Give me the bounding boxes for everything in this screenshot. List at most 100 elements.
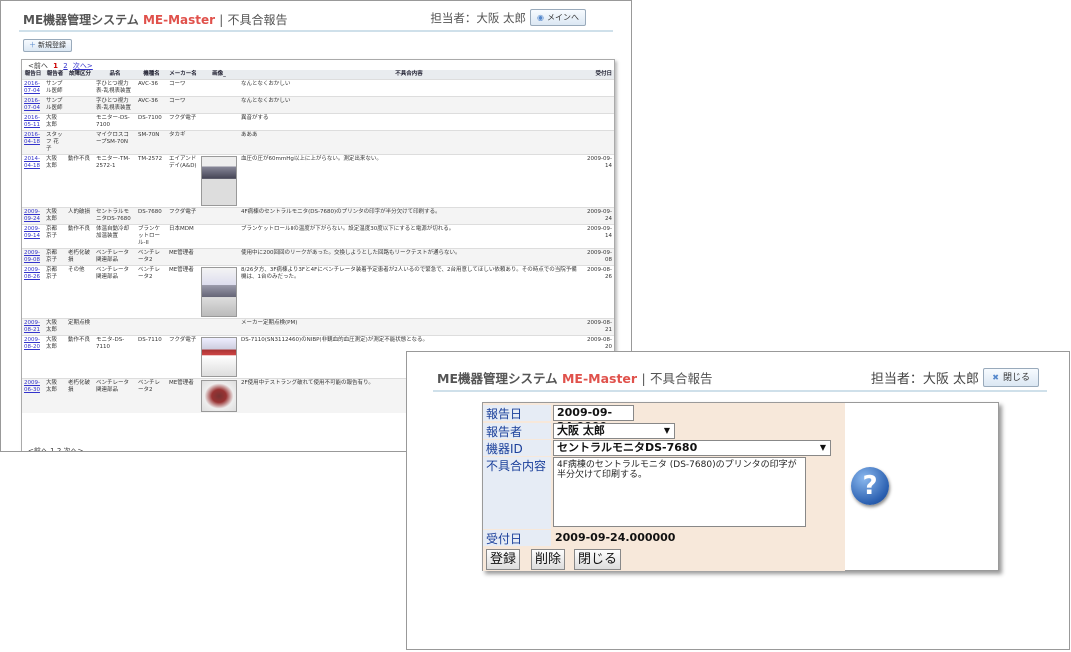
cell-maker: 日本MDM: [167, 224, 199, 249]
reporter-label: 報告者: [483, 423, 551, 439]
col-header[interactable]: 不具合内容: [239, 70, 579, 80]
table-row[interactable]: 2009-08-26 京都 京子 その他 ベンチレータ関連部品 ベンチレータ2 ME管理者…: [22, 265, 614, 319]
delete-button[interactable]: 削除: [531, 549, 566, 570]
cell-reporter: 大阪 太郎: [44, 335, 66, 379]
col-header[interactable]: 画像_: [199, 70, 239, 80]
device-photo[interactable]: [201, 380, 237, 412]
table-row[interactable]: 2009-09-08 京都 京子 老朽化破損 ベンチレータ関連部品 ベンチレータ2 ME管…: [22, 248, 614, 266]
cell-reporter: 京都 京子: [44, 224, 66, 249]
cell-recv: 2009-09-08: [579, 248, 614, 266]
cell-kind: 定期点検: [66, 318, 94, 336]
table-row[interactable]: 2016-04-18 スタッフ 花子 マイクロスコープSM-70N SM-70N タカギ…: [22, 130, 614, 155]
main-icon: ◉: [537, 13, 544, 22]
device-photo[interactable]: [201, 156, 237, 206]
page-1[interactable]: 1: [50, 447, 54, 451]
image-cell: [199, 113, 239, 131]
col-header[interactable]: 受付日: [579, 70, 614, 80]
cell-name: 字ひとつ視力表-乱視表装置: [94, 79, 136, 97]
cell-desc: なんとなくおかしい: [239, 79, 579, 97]
cell-date[interactable]: 2009-09-08: [22, 248, 44, 266]
cell-maker: フクダ電子: [167, 207, 199, 225]
content-textarea[interactable]: 4F病棟のセントラルモニタ (DS-7680)のプリンタの印字が半分欠けて印刷す…: [553, 457, 806, 527]
page-2[interactable]: 2: [63, 62, 67, 70]
cell-maker: ME管理者: [167, 378, 199, 413]
col-header[interactable]: メーカー名: [167, 70, 199, 80]
cell-name: モニタ-DS-7110: [94, 335, 136, 379]
cell-model: [136, 318, 167, 336]
cell-date[interactable]: 2016-05-11: [22, 113, 44, 131]
cell-name: セントラルモニタDS-7680: [94, 207, 136, 225]
cell-reporter: 大阪 太郎: [44, 113, 66, 131]
cell-date[interactable]: 2016-07-04: [22, 79, 44, 97]
col-header[interactable]: 品名: [94, 70, 136, 80]
cell-desc: 使用中に200回回のリークがあった。交換しようとした回路もリークテストが通らない…: [239, 248, 579, 266]
received-date-label: 受付日: [483, 530, 551, 546]
cell-date[interactable]: 2016-04-18: [22, 130, 44, 155]
next-link[interactable]: 次へ>: [73, 62, 93, 70]
user-label: 担当者：大阪 太郎: [870, 372, 979, 387]
table-row[interactable]: 2016-07-04 サンプル医師 字ひとつ視力表-乱視表装置 AVC-36 コーワ なん…: [22, 96, 614, 114]
cell-date[interactable]: 2009-08-26: [22, 265, 44, 319]
cell-date[interactable]: 2009-08-20: [22, 335, 44, 379]
col-header[interactable]: 故障区分: [66, 70, 94, 80]
help-icon[interactable]: ?: [851, 467, 889, 505]
page-1[interactable]: 1: [53, 62, 58, 70]
cell-model: AVC-36: [136, 79, 167, 97]
cell-date[interactable]: 2009-09-14: [22, 224, 44, 249]
device-photo[interactable]: [201, 337, 237, 377]
device-id-select[interactable]: セントラルモニタDS-7680 ▼: [553, 440, 831, 456]
close-button[interactable]: 閉じる: [574, 549, 622, 570]
cell-date[interactable]: 2014-04-18: [22, 154, 44, 208]
cell-recv: 2009-09-14: [579, 224, 614, 249]
cell-date[interactable]: 2009-06-30: [22, 378, 44, 413]
cell-name: モニター-TM-2572-1: [94, 154, 136, 208]
close-window-button[interactable]: ✖ 閉じる: [983, 368, 1039, 387]
device-photo[interactable]: [201, 267, 237, 317]
cell-kind: [66, 113, 94, 131]
col-header[interactable]: 報告日: [22, 70, 44, 80]
report-date-field[interactable]: 2009-09-24.0000: [553, 405, 634, 433]
reporter-select[interactable]: 大阪 太郎 ▼: [553, 423, 675, 439]
cell-model: DS-7110: [136, 335, 167, 379]
cell-desc: あああ: [239, 130, 579, 155]
image-cell: [199, 96, 239, 114]
cell-kind: [66, 130, 94, 155]
next-link[interactable]: 次へ>: [64, 447, 84, 451]
table-row[interactable]: 2016-07-04 サンプル医師 字ひとつ視力表-乱視表装置 AVC-36 コーワ なん…: [22, 79, 614, 97]
table-row[interactable]: 2009-08-21 大阪 太郎 定期点検 メーカー定期点検(PM) 2009-08-2…: [22, 318, 614, 336]
cell-recv: [579, 96, 614, 114]
cell-recv: 2009-09-14: [579, 154, 614, 208]
header-divider: [433, 390, 1047, 392]
chevron-down-icon: ▼: [663, 426, 670, 435]
table-row[interactable]: 2016-05-11 大阪 太郎 モニター-DS-7100 DS-7100 フクダ電子 異…: [22, 113, 614, 131]
cell-date[interactable]: 2009-08-21: [22, 318, 44, 336]
prev-link[interactable]: <前へ: [28, 447, 48, 451]
cell-reporter: 大阪 太郎: [44, 378, 66, 413]
cell-model: TM-2572: [136, 154, 167, 208]
cell-kind: [66, 79, 94, 97]
col-header[interactable]: 報告者: [44, 70, 66, 80]
table-row[interactable]: 2009-09-14 京都 京子 動作不良 体温自動冷却加温装置 ブランケットロール-I…: [22, 224, 614, 249]
register-button[interactable]: 登録: [486, 549, 521, 570]
image-cell: [199, 79, 239, 97]
col-header[interactable]: 機種名: [136, 70, 167, 80]
cell-date[interactable]: 2009-09-24: [22, 207, 44, 225]
cell-date[interactable]: 2016-07-04: [22, 96, 44, 114]
image-cell: [199, 378, 239, 413]
main-menu-button[interactable]: ◉ メインへ: [530, 9, 586, 26]
cell-model: ベンチレータ2: [136, 265, 167, 319]
page-2[interactable]: 2: [57, 447, 61, 451]
prev-link[interactable]: <前へ: [28, 62, 48, 70]
table-row[interactable]: 2009-09-24 大阪 太郎 人的破損 セントラルモニタDS-7680 DS-768…: [22, 207, 614, 225]
cell-kind: 人的破損: [66, 207, 94, 225]
cell-kind: 動作不良: [66, 335, 94, 379]
cell-maker: [167, 318, 199, 336]
cell-maker: エイアンドデイ(A&D): [167, 154, 199, 208]
new-report-button[interactable]: ＋新規登録: [23, 39, 72, 52]
user-label: 担当者：大阪 太郎: [430, 11, 526, 25]
cell-maker: コーワ: [167, 79, 199, 97]
cell-maker: コーワ: [167, 96, 199, 114]
cell-reporter: 大阪 太郎: [44, 154, 66, 208]
table-row[interactable]: 2014-04-18 大阪 太郎 動作不良 モニター-TM-2572-1 TM-2572…: [22, 154, 614, 208]
cell-desc: ブランケットロールⅡの温度が下がらない。設定温度30度以下にすると電源が切れる。: [239, 224, 579, 249]
